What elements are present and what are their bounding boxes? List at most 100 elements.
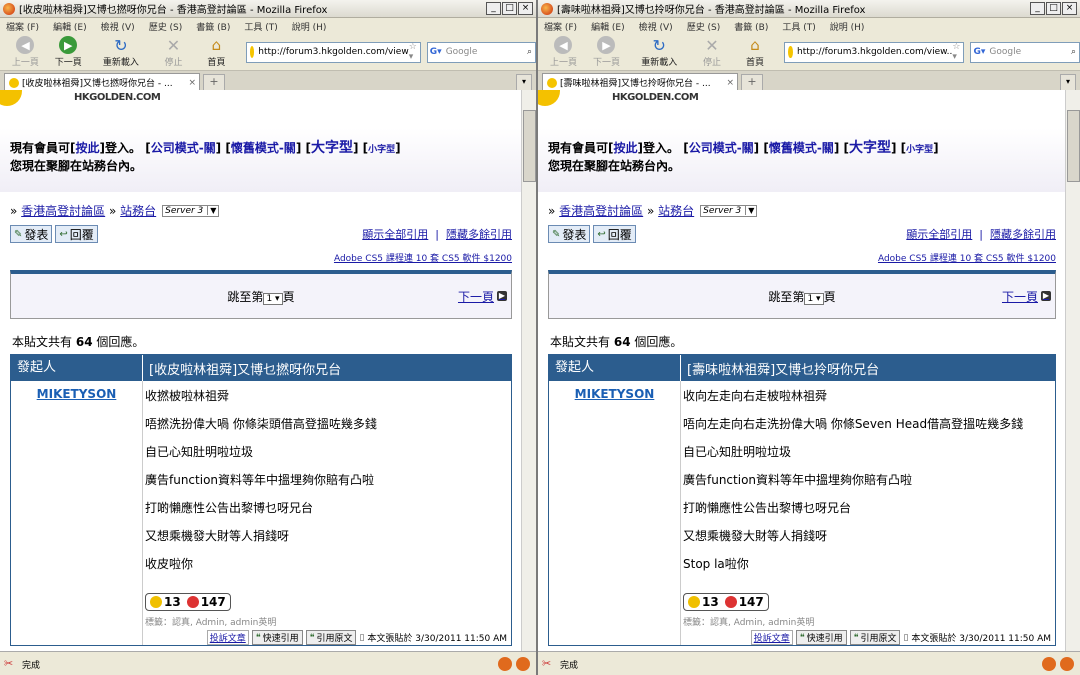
quote-original-button[interactable]: ❝ 引用原文 xyxy=(305,630,357,645)
small-font-link[interactable]: 小字型 xyxy=(368,145,395,155)
forward-button[interactable]: ▶ 下一頁 xyxy=(47,36,90,68)
reload-button[interactable]: ↻ 重新載入 xyxy=(628,36,691,69)
menu-tools[interactable]: 工具 (T) xyxy=(244,20,277,33)
new-tab-button[interactable]: + xyxy=(741,74,763,91)
minimize-button[interactable]: _ xyxy=(486,2,501,15)
search-icon[interactable]: ⌕ xyxy=(527,47,532,57)
vertical-scrollbar[interactable] xyxy=(521,90,536,651)
retro-mode-link[interactable]: 懷舊模式-關 xyxy=(231,141,296,155)
reply-button[interactable]: ↩ 回覆 xyxy=(593,225,636,243)
maximize-button[interactable]: □ xyxy=(502,2,517,15)
menu-tools[interactable]: 工具 (T) xyxy=(782,20,815,33)
stop-button[interactable]: ✕ 停止 xyxy=(691,36,734,69)
home-button[interactable]: ⌂ 首頁 xyxy=(195,36,238,68)
tab-close-icon[interactable]: × xyxy=(188,78,196,88)
stop-button[interactable]: ✕ 停止 xyxy=(152,36,195,69)
menu-file[interactable]: 檔案 (F) xyxy=(544,20,577,33)
tab-close-icon[interactable]: × xyxy=(726,78,734,88)
show-all-quotes-link[interactable]: 顯示全部引用 xyxy=(906,228,972,241)
tab-list-button[interactable]: ▾ xyxy=(1060,74,1076,91)
hide-extra-quotes-link[interactable]: 隱藏多餘引用 xyxy=(990,228,1056,241)
quick-quote-button[interactable]: ❝ 快速引用 xyxy=(251,630,303,645)
ad-link[interactable]: Adobe CS5 課程連 10 套 CS5 軟件 $1200 xyxy=(538,243,1066,264)
report-link[interactable]: 投訴文章 xyxy=(206,630,249,645)
menu-edit[interactable]: 編輯 (E) xyxy=(591,20,625,33)
menu-view[interactable]: 檢視 (V) xyxy=(101,20,135,33)
menu-help[interactable]: 說明 (H) xyxy=(830,20,865,33)
reload-button[interactable]: ↻ 重新載入 xyxy=(90,36,152,69)
menu-help[interactable]: 說明 (H) xyxy=(292,20,327,33)
company-mode-link[interactable]: 公司模式-關 xyxy=(151,141,216,155)
login-link[interactable]: 按此 xyxy=(76,141,100,155)
scroll-thumb[interactable] xyxy=(1067,110,1080,182)
menu-edit[interactable]: 編輯 (E) xyxy=(53,20,87,33)
company-mode-link[interactable]: 公司模式-關 xyxy=(689,141,754,155)
minimize-button[interactable]: _ xyxy=(1030,2,1045,15)
search-icon[interactable]: ⌕ xyxy=(1071,47,1076,57)
quote-original-button[interactable]: ❝ 引用原文 xyxy=(849,630,901,645)
page-select[interactable]: 1 ▾ xyxy=(263,292,283,305)
tab-list-button[interactable]: ▾ xyxy=(516,74,532,91)
large-font-link[interactable]: 大字型 xyxy=(311,140,353,156)
search-box[interactable]: G▾ Google ⌕ xyxy=(426,41,536,63)
vertical-scrollbar[interactable] xyxy=(1065,90,1080,651)
menu-file[interactable]: 檔案 (F) xyxy=(6,20,39,33)
small-font-link[interactable]: 小字型 xyxy=(906,145,933,155)
back-button[interactable]: ◀ 上一頁 xyxy=(4,36,47,68)
report-link[interactable]: 投訴文章 xyxy=(750,630,793,645)
maximize-button[interactable]: □ xyxy=(1046,2,1061,15)
thumbs-up-icon[interactable] xyxy=(150,596,162,608)
hide-extra-quotes-link[interactable]: 隱藏多餘引用 xyxy=(446,228,512,241)
menu-history[interactable]: 歷史 (S) xyxy=(149,20,183,33)
breadcrumb-section[interactable]: 站務台 xyxy=(658,202,694,219)
addon-icon[interactable]: ✂ xyxy=(4,658,16,670)
forward-button[interactable]: ▶ 下一頁 xyxy=(585,36,628,68)
menu-bookmarks[interactable]: 書籤 (B) xyxy=(734,20,768,33)
large-font-link[interactable]: 大字型 xyxy=(849,140,891,156)
breadcrumb-home[interactable]: 香港高登討論區 xyxy=(559,202,643,219)
retro-mode-link[interactable]: 懷舊模式-關 xyxy=(769,141,834,155)
breadcrumb-section[interactable]: 站務台 xyxy=(120,202,156,219)
author-link[interactable]: MIKETYSON xyxy=(575,387,655,401)
addon-icon[interactable]: ✂ xyxy=(542,658,554,670)
site-logo[interactable]: HKGOLDEN.COM xyxy=(0,90,522,116)
scroll-thumb[interactable] xyxy=(523,110,536,182)
server-select[interactable]: Server 3 ▼ xyxy=(700,204,758,217)
tab-current[interactable]: [收皮啦林祖舜]又博乜撚呀你兄台 - ... × xyxy=(4,73,200,91)
next-page-link[interactable]: 下一頁 ▶ xyxy=(458,288,507,305)
login-link[interactable]: 按此 xyxy=(614,141,638,155)
ad-link[interactable]: Adobe CS5 課程連 10 套 CS5 軟件 $1200 xyxy=(0,243,522,264)
thumbs-down-icon[interactable] xyxy=(724,596,737,608)
next-page-link[interactable]: 下一頁 ▶ xyxy=(1002,288,1051,305)
firefox-status-icon[interactable] xyxy=(1060,657,1074,671)
back-button[interactable]: ◀ 上一頁 xyxy=(542,36,585,68)
firefox-status-icon[interactable] xyxy=(516,657,530,671)
close-button[interactable]: × xyxy=(518,2,533,15)
block-icon[interactable] xyxy=(1042,657,1056,671)
menu-view[interactable]: 檢視 (V) xyxy=(639,20,673,33)
author-link[interactable]: MIKETYSON xyxy=(37,387,117,401)
new-tab-button[interactable]: + xyxy=(203,74,225,91)
post-button[interactable]: ✎ 發表 xyxy=(10,225,53,243)
quick-quote-button[interactable]: ❝ 快速引用 xyxy=(795,630,847,645)
breadcrumb-home[interactable]: 香港高登討論區 xyxy=(21,202,105,219)
thumbs-down-icon[interactable] xyxy=(186,596,199,608)
reply-button[interactable]: ↩ 回覆 xyxy=(55,225,98,243)
home-button[interactable]: ⌂ 首頁 xyxy=(733,36,776,68)
bookmark-star-icon[interactable]: ☆ ▾ xyxy=(409,42,417,62)
site-logo[interactable]: HKGOLDEN.COM xyxy=(538,90,1066,116)
close-button[interactable]: × xyxy=(1062,2,1077,15)
menu-bookmarks[interactable]: 書籤 (B) xyxy=(196,20,230,33)
menu-history[interactable]: 歷史 (S) xyxy=(687,20,721,33)
url-bar[interactable]: http://forum3.hkgolden.com/view ☆ ▾ xyxy=(245,41,421,63)
tab-current[interactable]: [壽味啦林祖舜]又博乜拎呀你兄台 - ... × xyxy=(542,73,738,91)
server-select[interactable]: Server 3 ▼ xyxy=(162,204,220,217)
show-all-quotes-link[interactable]: 顯示全部引用 xyxy=(362,228,428,241)
block-icon[interactable] xyxy=(498,657,512,671)
url-bar[interactable]: http://forum3.hkgolden.com/view.. ☆ ▾ xyxy=(784,41,965,63)
page-select[interactable]: 1 ▾ xyxy=(804,292,824,305)
post-button[interactable]: ✎ 發表 xyxy=(548,225,591,243)
thumbs-up-icon[interactable] xyxy=(688,596,700,608)
search-box[interactable]: G▾ Google ⌕ xyxy=(970,41,1080,63)
bookmark-star-icon[interactable]: ☆ ▾ xyxy=(952,42,960,62)
